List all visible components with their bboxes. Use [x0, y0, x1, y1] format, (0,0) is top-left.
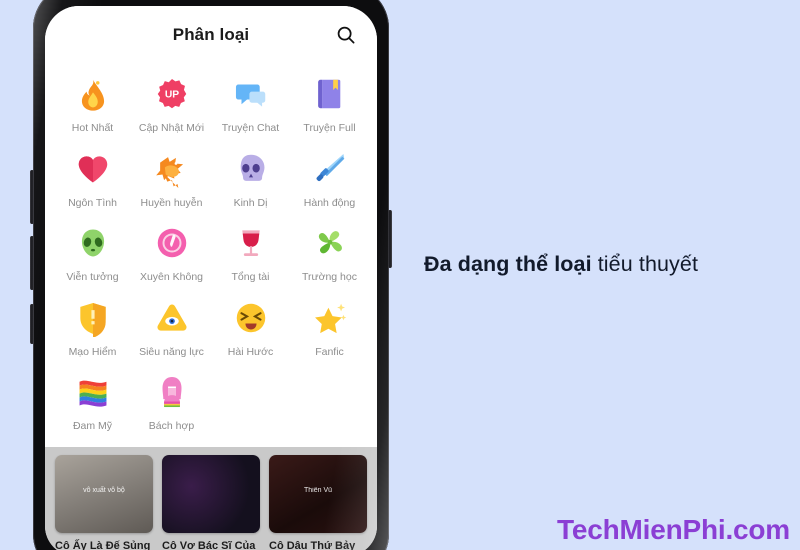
category-item[interactable]: Fanfic [290, 290, 369, 361]
heart-icon [73, 149, 113, 189]
category-label: Truyện Full [303, 122, 356, 134]
sword-icon [310, 149, 350, 189]
category-item[interactable]: Truyện Chat [211, 66, 290, 137]
category-label: Huyền huyễn [140, 196, 203, 209]
book-item[interactable]: Cô Vợ Bác Sĩ Của Tổng Tài Hắc Đạo [162, 454, 260, 550]
book-cover[interactable]: vô xuất vô bộ [55, 454, 153, 533]
book-row-1: vô xuất vô bộ Cô Ấy Là Đế Sủng ( Phần 2 )… [55, 454, 367, 550]
sparkle-star-icon [310, 298, 350, 338]
book-cover[interactable] [162, 454, 260, 533]
category-item[interactable]: Đam Mỹ [53, 364, 132, 435]
category-label: Hot Nhất [71, 122, 114, 134]
category-label: Tổng tài [231, 271, 270, 284]
category-item[interactable]: Xuyên Không [132, 215, 211, 286]
category-label: Truyện Chat [221, 122, 280, 134]
watermark: TechMienPhi.com [557, 514, 790, 545]
book-title: Cô Dâu Thứ Bảy [269, 539, 356, 550]
dragon-icon [152, 149, 192, 189]
category-label: Cập Nhật Mới [138, 122, 205, 134]
phone-mockup: Phân loại Hot Nhất UP Cập Nhật Mới Truyện… [30, 0, 392, 550]
up-badge-icon: UP [152, 74, 192, 114]
book-list-section: vô xuất vô bộ Cô Ấy Là Đế Sủng ( Phần 2 )… [45, 446, 377, 550]
promo-headline-light: tiểu thuyết [591, 252, 699, 276]
category-item[interactable]: Viễn tưởng [53, 215, 132, 286]
rainbow-flag-icon [73, 372, 113, 412]
category-label: Hài Hước [227, 345, 274, 358]
shield-icon [73, 298, 113, 338]
alien-icon [73, 223, 113, 263]
skull-icon [231, 149, 271, 189]
category-item[interactable]: Truyện Full [290, 66, 369, 137]
category-label: Viễn tưởng [66, 271, 119, 284]
chat-bubbles-icon [231, 74, 271, 114]
volume-up-button[interactable] [30, 170, 34, 224]
category-item[interactable]: Huyền huyễn [132, 141, 211, 212]
category-item[interactable]: Trường học [290, 215, 369, 286]
book-item[interactable]: Thiên Vũ Cô Dâu Thứ Bảy [269, 454, 367, 550]
wine-glass-icon [231, 223, 271, 263]
phone-screen: Phân loại Hot Nhất UP Cập Nhật Mới Truyện… [45, 6, 377, 550]
book-title: Cô Ấy Là Đế Sủng ( Phần 2 ) [55, 539, 151, 550]
book-cover[interactable]: Thiên Vũ [269, 454, 367, 533]
category-label: Đam Mỹ [72, 420, 113, 433]
category-label: Fanfic [315, 345, 344, 358]
category-label: Hành động [303, 196, 356, 209]
book-item[interactable]: vô xuất vô bộ Cô Ấy Là Đế Sủng ( Phần 2 ) [55, 454, 153, 550]
category-label: Bách hợp [148, 420, 195, 433]
svg-text:UP: UP [164, 90, 178, 101]
promo-headline-bold: Đa dạng thể loại [424, 252, 592, 276]
book-title: Cô Vợ Bác Sĩ Của Tổng Tài Hắc Đạo [162, 539, 256, 550]
category-label: Mạo Hiểm [68, 345, 117, 358]
book-bookmark-icon [310, 74, 350, 114]
fire-icon [73, 74, 113, 114]
power-button[interactable] [388, 210, 392, 268]
search-icon[interactable] [333, 22, 359, 48]
portal-clock-icon [152, 223, 192, 263]
category-label: Xuyên Không [139, 271, 204, 284]
laughing-face-icon [231, 298, 271, 338]
category-item[interactable]: Hài Hước [211, 290, 290, 361]
category-grid: Hot Nhất UP Cập Nhật Mới Truyện Chat Truy… [53, 66, 369, 435]
category-label: Ngôn Tình [68, 196, 117, 209]
category-label: Trường học [302, 271, 357, 284]
category-item[interactable]: Tổng tài [211, 215, 290, 286]
category-item[interactable]: Hành động [290, 141, 369, 212]
eye-triangle-icon [152, 298, 192, 338]
promo-headline: Đa dạng thể loại tiểu thuyết [424, 252, 698, 277]
four-leaf-clover-icon [310, 223, 350, 263]
category-label: Siêu năng lực [139, 345, 204, 358]
category-item[interactable]: Ngôn Tình [53, 141, 132, 212]
bixby-button[interactable] [30, 304, 34, 344]
app-bar: Phân loại [45, 6, 377, 64]
category-item[interactable]: Mạo Hiểm [53, 290, 132, 361]
woman-icon [152, 372, 192, 412]
category-item[interactable]: Hot Nhất [53, 66, 132, 137]
category-item[interactable]: UP Cập Nhật Mới [132, 66, 211, 137]
category-label: Kinh Dị [233, 196, 268, 209]
screenshot-canvas: Phân loại Hot Nhất UP Cập Nhật Mới Truyện… [0, 0, 800, 550]
category-item[interactable]: Bách hợp [132, 364, 211, 435]
category-panel: Hot Nhất UP Cập Nhật Mới Truyện Chat Truy… [45, 64, 377, 447]
book-cover-text: Thiên Vũ [303, 487, 333, 495]
volume-down-button[interactable] [30, 236, 34, 290]
page-title: Phân loại [172, 25, 250, 44]
category-item[interactable]: Siêu năng lực [132, 290, 211, 361]
book-cover-text: vô xuất vô bộ [83, 487, 125, 495]
category-item[interactable]: Kinh Dị [211, 141, 290, 212]
